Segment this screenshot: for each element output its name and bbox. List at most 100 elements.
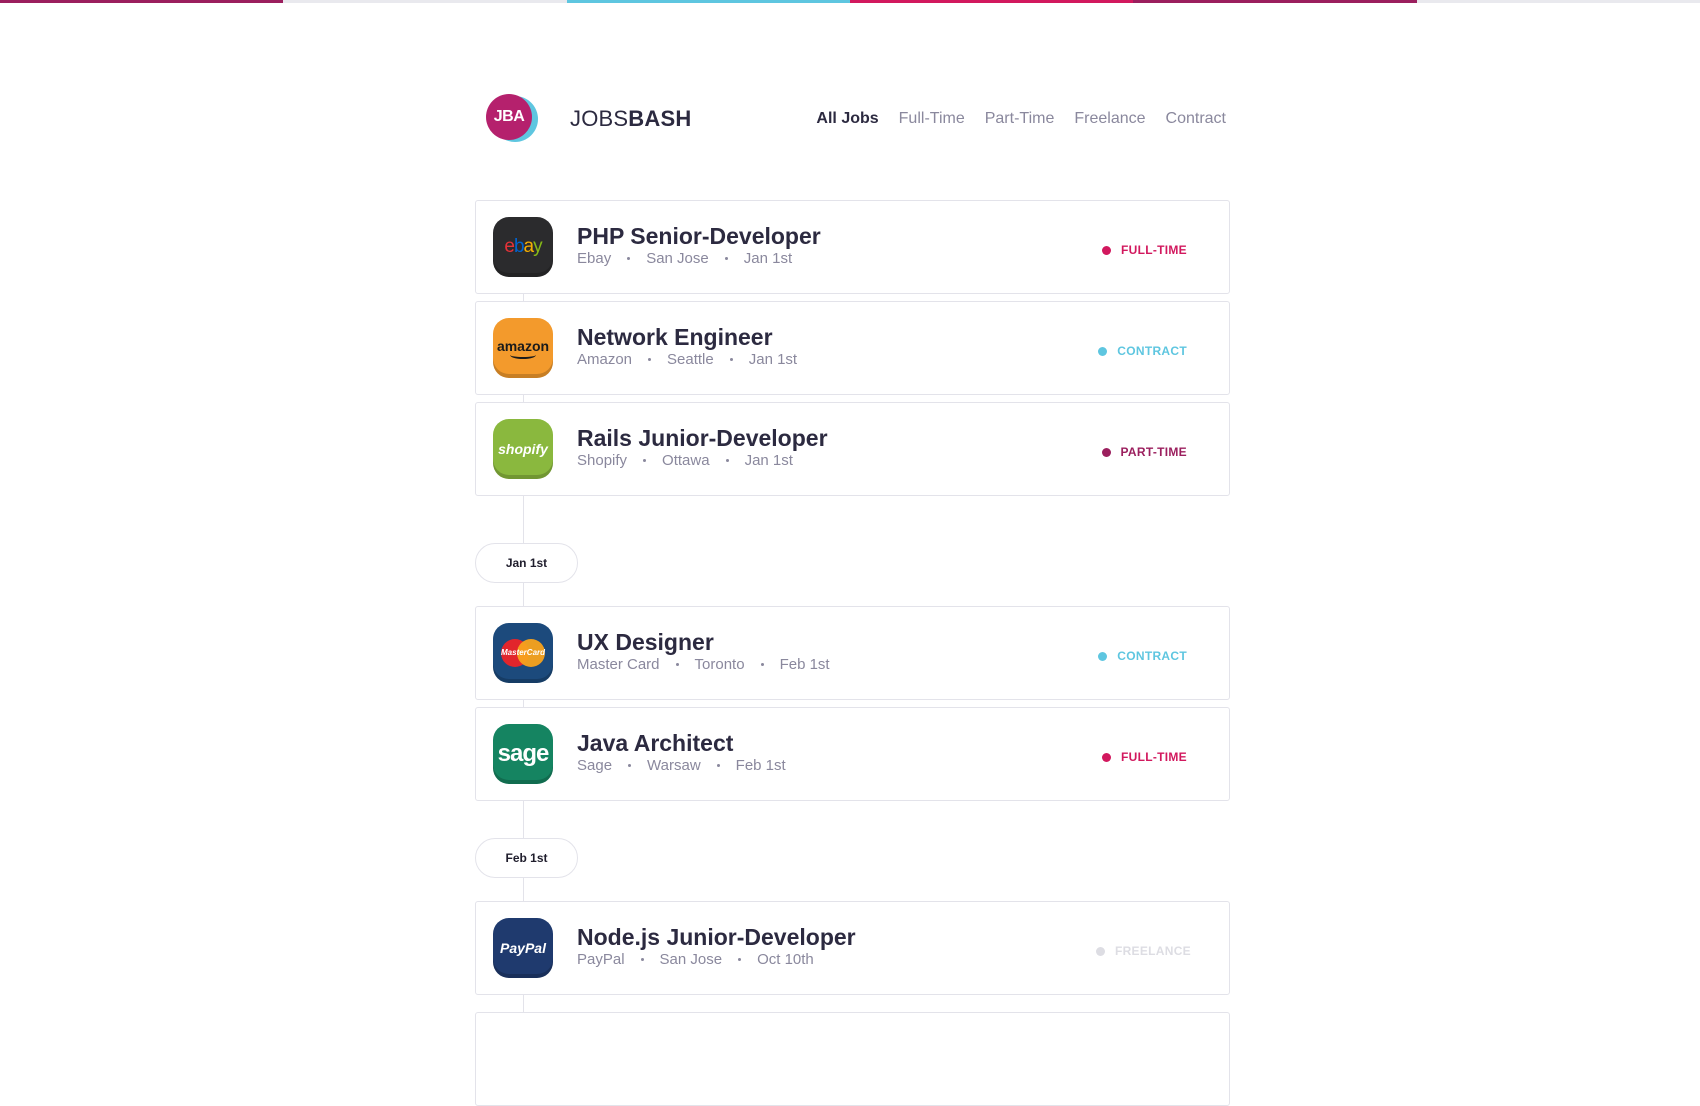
job-company: Sage [577,757,613,774]
job-type-label: PART-TIME [1120,445,1187,459]
amazon-logo-icon: amazon [493,318,553,378]
job-card[interactable]: MasterCard UX Designer Master Card Toron… [475,606,1230,700]
job-type-badge: FULL-TIME [1101,750,1187,764]
separator-dot [729,358,733,361]
job-type-badge: PART-TIME [1101,445,1187,459]
brand-name[interactable]: JOBSBASH [570,106,691,132]
job-card[interactable]: shopify Rails Junior-Developer Shopify O… [475,402,1230,496]
separator-dot [627,257,631,260]
top-bar-segment [283,0,567,3]
job-type-label: CONTRACT [1117,344,1187,358]
separator-dot [675,663,679,666]
job-location: Toronto [694,656,745,673]
logo-text: JBA [493,108,525,125]
job-type-dot [1101,447,1111,457]
job-card[interactable]: sage Java Architect Sage Warsaw Feb 1st … [475,707,1230,801]
job-company: PayPal [577,951,625,968]
date-separator: Feb 1st [475,838,578,878]
job-type-dot [1101,245,1111,255]
nav-full-time[interactable]: Full-Time [899,110,965,128]
logo-blob-front: JBA [486,94,532,140]
separator-dot [643,459,647,462]
ebay-logo-icon: ebay [493,217,553,277]
job-title[interactable]: Java Architect [577,730,733,757]
separator-dot [760,663,764,666]
separator-dot [716,764,720,767]
job-card[interactable]: PayPal Node.js Junior-Developer PayPal S… [475,901,1230,995]
sage-logo-icon: sage [493,724,553,784]
top-bar-segment [1133,0,1417,3]
site-header: JBA JOBSBASH All Jobs Full-Time Part-Tim… [486,94,1226,144]
top-bar-segment [0,0,284,3]
top-bar-segment [566,0,850,3]
job-card[interactable] [475,1012,1230,1106]
brand-name-bold: BASH [628,106,692,131]
separator-dot [640,958,644,961]
job-location: San Jose [659,951,723,968]
job-title[interactable]: PHP Senior-Developer [577,223,821,250]
job-type-dot [1098,346,1108,356]
nav-contract[interactable]: Contract [1166,110,1226,128]
job-card[interactable]: ebay PHP Senior-Developer Ebay San Jose … [475,200,1230,294]
top-color-bar [0,0,1700,3]
job-location: Warsaw [647,757,701,774]
job-title[interactable]: UX Designer [577,629,714,656]
job-location: San Jose [646,250,709,267]
job-type-dot [1101,752,1111,762]
mastercard-logo-icon: MasterCard [493,623,553,683]
job-type-label: FULL-TIME [1120,243,1187,257]
job-location: Ottawa [662,452,710,469]
job-company: Master Card [577,656,660,673]
job-type-label: FREELANCE [1114,944,1191,958]
jobsbash-logo-icon[interactable]: JBA [486,94,538,142]
job-meta: Master Card Toronto Feb 1st [577,656,830,673]
separator-dot [628,764,632,767]
amazon-smile [510,351,536,359]
mastercard-logo-text: MasterCard [501,648,546,657]
job-type-badge: FULL-TIME [1101,243,1187,257]
date-separator: Jan 1st [475,543,578,583]
separator-dot [725,459,729,462]
mastercard-circles: MasterCard [501,639,545,667]
job-location: Seattle [667,351,714,368]
nav-all-jobs[interactable]: All Jobs [816,110,878,128]
separator-dot [738,958,742,961]
job-company: Ebay [577,250,612,267]
job-date: Jan 1st [748,351,798,368]
shopify-logo-icon: shopify [493,419,553,479]
ebay-logo-text: ebay [504,236,542,257]
job-date: Feb 1st [735,757,786,774]
job-type-label: CONTRACT [1117,649,1187,663]
paypal-logo-text: PayPal [500,940,546,956]
job-type-badge: FREELANCE [1095,944,1191,958]
job-meta: Ebay San Jose Jan 1st [577,250,792,267]
job-meta: Shopify Ottawa Jan 1st [577,452,793,469]
job-company: Shopify [577,452,628,469]
job-title[interactable]: Rails Junior-Developer [577,425,828,452]
job-company: Amazon [577,351,633,368]
job-type-badge: CONTRACT [1098,344,1187,358]
brand-name-light: JOBS [570,106,629,131]
job-date: Feb 1st [779,656,830,673]
job-meta: PayPal San Jose Oct 10th [577,951,814,968]
sage-logo-text: sage [497,740,550,767]
job-title[interactable]: Network Engineer [577,324,773,351]
job-meta: Sage Warsaw Feb 1st [577,757,786,774]
nav-part-time[interactable]: Part-Time [985,110,1055,128]
nav-freelance[interactable]: Freelance [1074,110,1145,128]
top-bar-segment [849,0,1134,3]
separator-dot [648,358,652,361]
main-nav: All Jobs Full-Time Part-Time Freelance C… [816,110,1226,128]
job-date: Oct 10th [757,951,814,968]
amazon-logo-text: amazon [497,338,549,359]
job-timeline: ebay PHP Senior-Developer Ebay San Jose … [475,200,1230,1106]
job-card[interactable]: amazon Network Engineer Amazon Seattle J… [475,301,1230,395]
job-date: Jan 1st [743,250,793,267]
job-meta: Amazon Seattle Jan 1st [577,351,797,368]
top-bar-segment [1416,0,1700,3]
job-type-label: FULL-TIME [1120,750,1187,764]
job-title[interactable]: Node.js Junior-Developer [577,924,856,951]
job-date: Jan 1st [744,452,793,469]
shopify-logo-text: shopify [498,441,548,457]
paypal-logo-icon: PayPal [493,918,553,978]
